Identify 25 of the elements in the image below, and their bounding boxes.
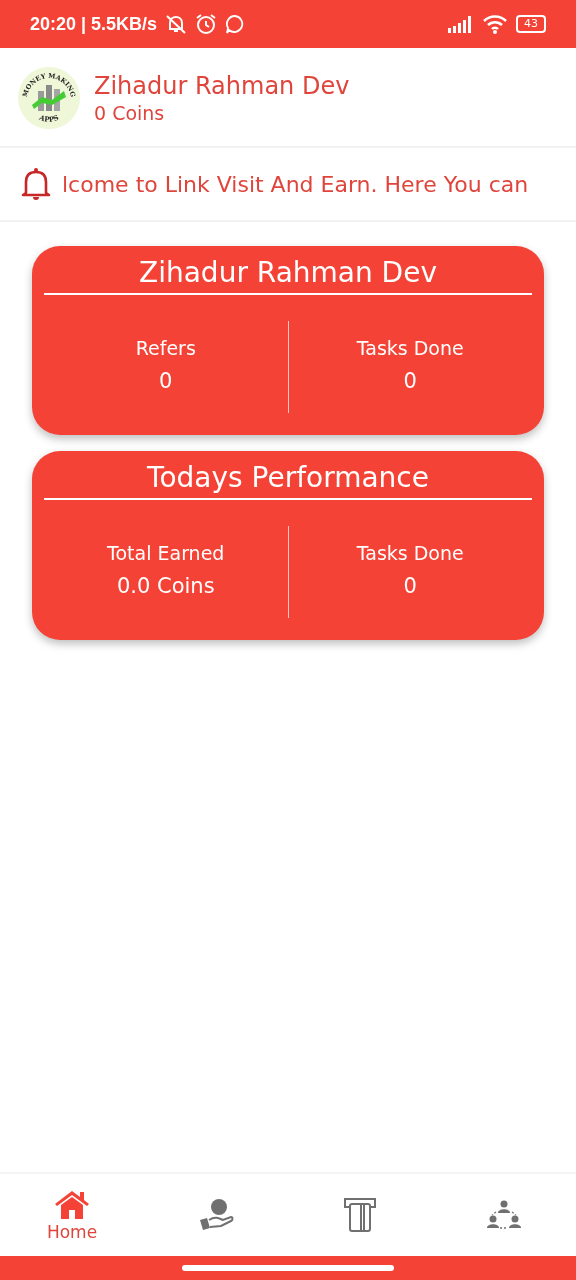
card-title: Todays Performance <box>44 461 532 500</box>
nav-tab[interactable]: Home <box>0 1174 144 1256</box>
alarm-icon <box>195 13 218 35</box>
user-name: Zihadur Rahman Dev <box>94 72 350 100</box>
hand-coin-icon <box>197 1198 235 1232</box>
stat-label: Total Earned <box>107 542 225 564</box>
atm-card-icon <box>343 1198 377 1232</box>
battery-level: 43 <box>516 15 546 33</box>
stat-value: 0 <box>159 369 173 393</box>
stat-label: Tasks Done <box>356 542 464 564</box>
stat-value: 0 <box>403 369 417 393</box>
wifi-icon <box>482 14 508 34</box>
chat-bubble-icon <box>225 14 246 34</box>
card-title: Zihadur Rahman Dev <box>44 256 532 295</box>
stat-value: 0.0 Coins <box>116 574 215 598</box>
stat-value: 0 <box>403 574 417 598</box>
home-icon <box>53 1188 91 1220</box>
status-time-speed: 20:20 | 5.5KB/s <box>30 13 158 35</box>
signal-icon <box>448 15 474 33</box>
stat-label: Refers <box>135 337 196 359</box>
people-network-icon <box>487 1200 521 1230</box>
muted-bell-icon <box>165 13 188 35</box>
notice-marquee-text: lcome to Link Visit And Earn. Here You can <box>62 171 529 197</box>
stat-label: Tasks Done <box>356 337 464 359</box>
coin-balance: 0 Coins <box>94 102 166 124</box>
